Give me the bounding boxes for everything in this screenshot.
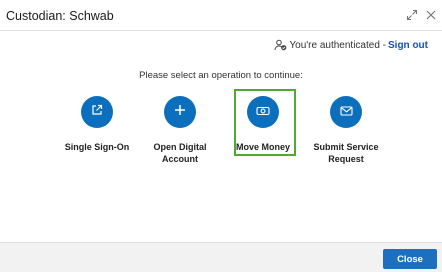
open-digital-account-button[interactable]: Open Digital Account [141, 94, 219, 165]
submit-service-request-button[interactable]: Submit Service Request [307, 94, 385, 165]
move-money-button[interactable]: Move Money [224, 94, 302, 154]
single-sign-on-button[interactable]: Single Sign-On [58, 94, 136, 154]
expand-icon[interactable] [406, 9, 418, 21]
open-digital-account-label: Open Digital Account [153, 142, 207, 164]
dialog-title: Custodian: Schwab [6, 9, 114, 23]
dialog-header: Custodian: Schwab [0, 0, 442, 31]
submit-service-request-circle [330, 96, 362, 128]
operation-prompt: Please select an operation to continue: [139, 70, 303, 81]
money-icon [256, 103, 270, 121]
submit-service-request-label: Submit Service Request [313, 142, 379, 164]
move-money-circle [247, 96, 279, 128]
user-check-icon [274, 39, 287, 51]
custodian-dialog: Custodian: Schwab You're authenticated -… [0, 0, 442, 272]
envelope-icon [339, 103, 353, 121]
close-button[interactable]: Close [383, 249, 437, 269]
plus-icon [174, 103, 186, 121]
single-sign-on-circle [81, 96, 113, 128]
external-link-icon [91, 103, 103, 121]
auth-status: You're authenticated - Sign out [274, 39, 428, 51]
auth-status-text: You're authenticated - [289, 39, 386, 51]
open-digital-account-circle [164, 96, 196, 128]
sign-out-link[interactable]: Sign out [388, 40, 428, 51]
dialog-footer [0, 242, 442, 272]
single-sign-on-label: Single Sign-On [64, 142, 130, 152]
close-icon[interactable] [425, 9, 437, 21]
move-money-label: Move Money [235, 142, 290, 152]
